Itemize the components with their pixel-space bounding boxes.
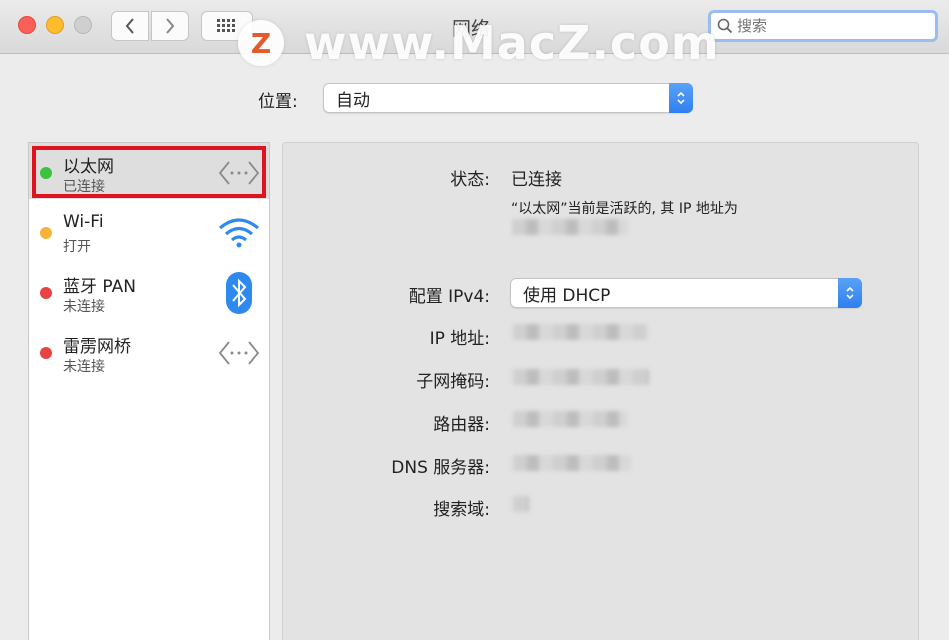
thunderbolt-bridge-arrows-icon [217,333,261,373]
service-name: 蓝牙 PAN [63,277,136,297]
location-label: 位置: [258,92,298,112]
service-status: 已连接 [63,179,105,195]
updown-arrows-icon [669,83,693,113]
subnet-mask-value-redacted [513,369,649,385]
subnet-mask-label: 子网掩码: [416,372,490,392]
ipv4-config-value: 使用 DHCP [523,285,611,306]
service-item-wifi[interactable]: Wi-Fi 打开 [29,203,269,259]
service-list: 以太网 已连接 Wi-Fi 打开 蓝牙 PAN 未连接 雷雳网桥 未连接 [28,142,270,640]
service-name: 以太网 [63,157,114,177]
status-description: “以太网”当前是活跃的, 其 IP 地址为 [511,201,738,217]
updown-arrows-icon [838,278,862,308]
search-domain-label: 搜索域: [433,500,490,520]
status-value: 已连接 [511,170,562,190]
location-value: 自动 [336,90,370,111]
ip-address-label: IP 地址: [429,329,490,349]
bluetooth-icon [217,272,261,314]
window-toolbar: 网络 [0,0,949,54]
wifi-icon [217,213,261,253]
search-domain-value-redacted [513,496,529,512]
ethernet-arrows-icon [217,153,261,193]
close-window-button[interactable] [18,16,36,34]
service-name: 雷雳网桥 [63,337,131,357]
ip-address-value-redacted [513,324,647,340]
zoom-window-button[interactable] [74,16,92,34]
ipv4-config-label: 配置 IPv4: [408,287,490,307]
search-input[interactable] [737,17,917,35]
search-icon [717,18,733,34]
service-status: 未连接 [63,359,105,375]
forward-button[interactable] [151,11,189,41]
back-button[interactable] [111,11,149,41]
service-status: 未连接 [63,299,105,315]
grid-icon [217,19,235,32]
service-status: 打开 [63,239,91,255]
service-item-thunderbolt-bridge[interactable]: 雷雳网桥 未连接 [29,323,269,379]
search-field[interactable] [708,10,938,42]
service-item-ethernet[interactable]: 以太网 已连接 [29,143,269,199]
service-item-bluetooth-pan[interactable]: 蓝牙 PAN 未连接 [29,263,269,319]
router-value-redacted [513,411,627,427]
location-select[interactable]: 自动 [323,83,693,113]
ip-address-redacted [512,219,628,235]
minimize-window-button[interactable] [46,16,64,34]
status-label: 状态: [450,170,490,190]
dns-server-label: DNS 服务器: [391,458,490,478]
status-dot [40,347,52,359]
ipv4-config-select[interactable]: 使用 DHCP [510,278,862,308]
show-all-button[interactable] [201,11,253,41]
status-dot [40,167,52,179]
chevron-right-icon [166,18,175,34]
window-title: 网络 [452,18,491,40]
status-dot [40,287,52,299]
service-name: Wi-Fi [63,212,104,232]
router-label: 路由器: [433,415,490,435]
status-dot [40,227,52,239]
dns-server-value-redacted [513,455,631,471]
chevron-left-icon [125,18,134,34]
